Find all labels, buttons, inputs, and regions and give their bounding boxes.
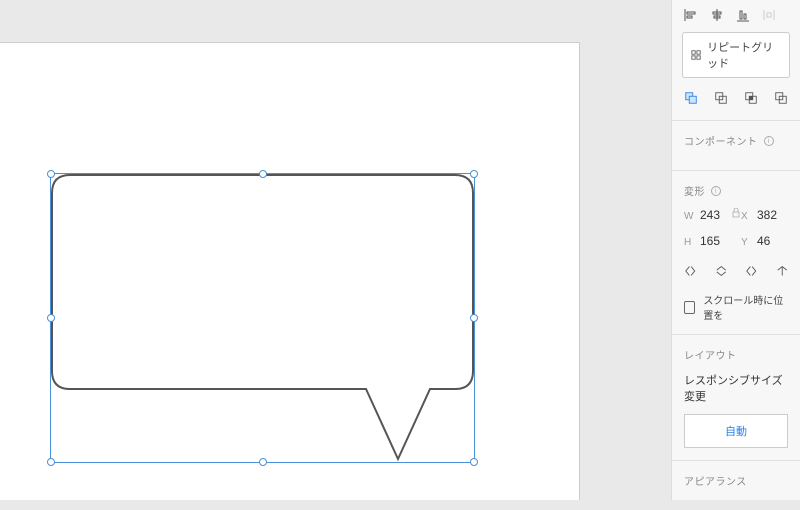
height-label: H — [684, 237, 694, 248]
lock-aspect-icon[interactable] — [732, 208, 740, 218]
boolean-exclude-icon[interactable] — [774, 90, 788, 106]
x-label: X — [741, 211, 751, 222]
x-value: 382 — [757, 208, 777, 222]
y-value: 46 — [757, 234, 770, 248]
width-field[interactable]: W 243 — [684, 208, 731, 222]
component-header: コンポーネント — [684, 133, 758, 148]
artboard[interactable] — [0, 42, 580, 500]
boolean-ops — [672, 90, 800, 120]
resize-handle-tl[interactable] — [47, 170, 55, 178]
width-value: 243 — [700, 208, 720, 222]
resize-handle-br[interactable] — [470, 458, 478, 466]
layout-section: レイアウト レスポンシブサイズ変更 自動 — [672, 334, 800, 460]
boolean-intersect-icon[interactable] — [744, 90, 758, 106]
resize-handle-mr[interactable] — [470, 314, 478, 322]
rotate-2-icon[interactable] — [776, 264, 789, 278]
rotate-icon[interactable] — [745, 264, 758, 278]
resize-handle-tm[interactable] — [259, 170, 267, 178]
appearance-header: アピアランス — [684, 473, 747, 488]
y-label: Y — [741, 237, 751, 248]
property-panel: リピートグリッド コンポーネント i 変形 i W 243 X 382 — [671, 0, 800, 500]
boolean-add-icon[interactable] — [684, 90, 698, 106]
appearance-section: アピアランス — [672, 460, 800, 510]
info-icon[interactable]: i — [711, 186, 721, 196]
resize-handle-bm[interactable] — [259, 458, 267, 466]
align-left-icon[interactable] — [684, 8, 698, 22]
x-field[interactable]: X 382 — [741, 208, 788, 222]
repeat-grid-button[interactable]: リピートグリッド — [682, 32, 790, 78]
repeat-grid-label: リピートグリッド — [707, 39, 781, 71]
boolean-subtract-icon[interactable] — [714, 90, 728, 106]
component-section: コンポーネント i — [672, 120, 800, 170]
selection-box[interactable] — [50, 173, 475, 463]
y-field[interactable]: Y 46 — [741, 234, 788, 248]
height-value: 165 — [700, 234, 720, 248]
width-label: W — [684, 211, 694, 222]
resize-handle-bl[interactable] — [47, 458, 55, 466]
align-bottom-icon[interactable] — [736, 8, 750, 22]
align-center-h-icon[interactable] — [710, 8, 724, 22]
auto-button[interactable]: 自動 — [684, 414, 788, 448]
canvas-area[interactable] — [0, 0, 671, 500]
resize-handle-tr[interactable] — [470, 170, 478, 178]
resize-handle-ml[interactable] — [47, 314, 55, 322]
align-toolbar — [672, 0, 800, 32]
flip-horizontal-icon[interactable] — [684, 264, 697, 278]
height-field[interactable]: H 165 — [684, 234, 731, 248]
flip-vertical-icon[interactable] — [715, 264, 728, 278]
fix-on-scroll-checkbox[interactable] — [684, 301, 695, 314]
transform-section: 変形 i W 243 X 382 H 165 Y 46 — [672, 170, 800, 334]
responsive-resize-label: レスポンシブサイズ変更 — [684, 372, 788, 404]
auto-button-label: 自動 — [725, 426, 747, 438]
fix-on-scroll-label: スクロール時に位置を — [703, 292, 788, 322]
layout-header: レイアウト — [684, 347, 737, 362]
transform-header: 変形 — [684, 183, 705, 198]
align-more-icon[interactable] — [762, 8, 776, 22]
repeat-grid-icon — [691, 49, 701, 61]
info-icon[interactable]: i — [764, 136, 774, 146]
